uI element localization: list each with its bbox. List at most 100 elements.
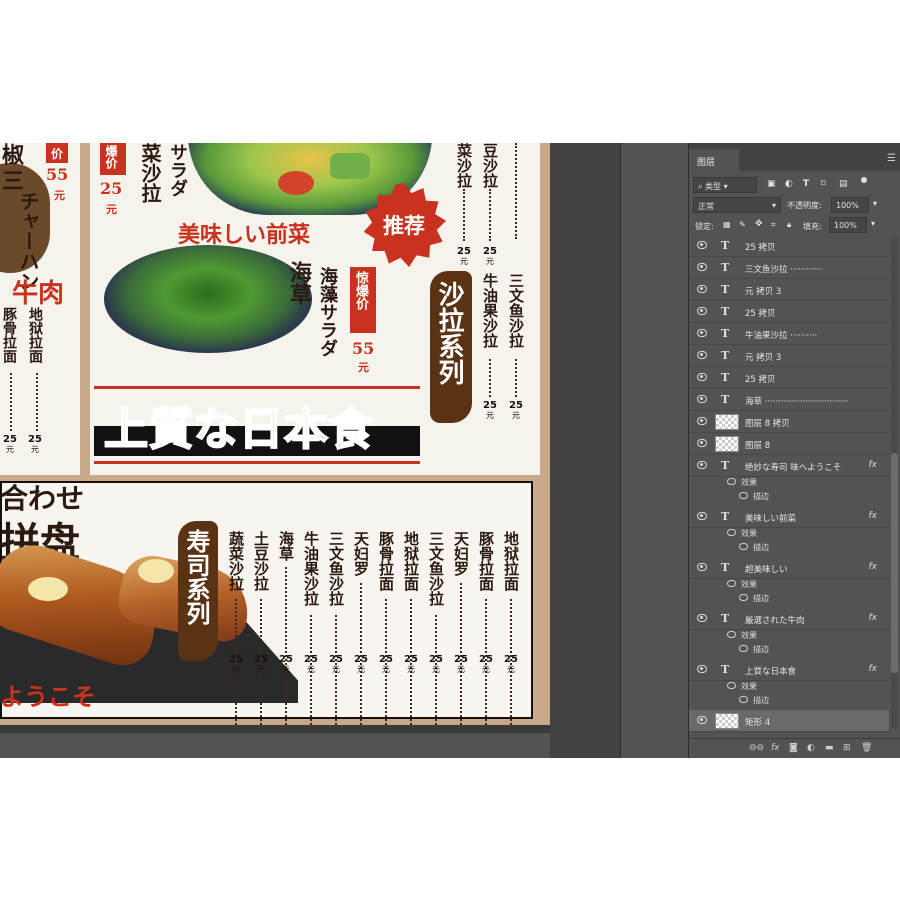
layer-name[interactable]: 25 拷贝 <box>745 241 776 253</box>
layer-name[interactable]: 超美味しい <box>745 563 788 575</box>
visibility-eye-icon[interactable] <box>697 439 707 447</box>
visibility-eye-icon[interactable] <box>697 241 707 249</box>
opacity-dropdown-icon[interactable]: ▾ <box>873 199 877 208</box>
opacity-field[interactable]: 100% <box>831 197 869 213</box>
filter-adjust-icon[interactable]: ◐ <box>785 179 793 189</box>
stroke-visibility-icon[interactable] <box>739 492 748 499</box>
lock-artboard-icon[interactable]: ⌗ <box>771 220 776 230</box>
layer-row[interactable]: 矩形 4 <box>689 710 889 732</box>
visibility-eye-icon[interactable] <box>697 395 707 403</box>
visibility-eye-icon[interactable] <box>697 417 707 425</box>
layer-row[interactable]: T 25 拷贝 <box>689 367 889 389</box>
stroke-visibility-icon[interactable] <box>739 594 748 601</box>
effects-visibility-icon[interactable] <box>727 529 736 536</box>
layer-row[interactable]: T 超美味しい fx <box>689 557 889 579</box>
filter-smart-icon[interactable]: ▤ <box>839 179 848 189</box>
lock-paint-icon[interactable]: ✎ <box>739 220 746 229</box>
layer-row[interactable]: 图层 8 拷贝 <box>689 411 889 433</box>
add-style-icon[interactable]: fx <box>771 743 780 753</box>
visibility-eye-icon[interactable] <box>697 614 707 622</box>
visibility-eye-icon[interactable] <box>697 307 707 315</box>
document-canvas[interactable]: 椒 三 价 55 元 チャーハン 牛肉 豚骨拉面 地狱拉面 25 元 25 元 爆价… <box>0 143 550 733</box>
filter-kind-select[interactable]: ⌕ 类型 ▾ <box>693 177 757 193</box>
effects-visibility-icon[interactable] <box>727 580 736 587</box>
layer-row[interactable]: T 元 拷贝 3 <box>689 345 889 367</box>
effects-visibility-icon[interactable] <box>727 682 736 689</box>
layer-stroke-row[interactable]: 描边 <box>689 540 889 554</box>
new-group-icon[interactable]: ▬ <box>825 743 834 753</box>
fill-dropdown-icon[interactable]: ▾ <box>871 219 875 228</box>
add-mask-icon[interactable]: ◙ <box>789 743 798 753</box>
filter-toggle-icon[interactable] <box>861 177 867 183</box>
layer-effects-row[interactable]: 效果 <box>689 628 889 642</box>
layer-name[interactable]: 25 拷贝 <box>745 307 776 319</box>
filter-shape-icon[interactable]: ⌑ <box>821 179 826 189</box>
layer-name[interactable]: 25 拷贝 <box>745 373 776 385</box>
layer-name[interactable]: 海草 ······························· <box>745 395 848 407</box>
visibility-eye-icon[interactable] <box>697 285 707 293</box>
layer-row[interactable]: T 25 拷贝 <box>689 235 889 257</box>
adjustment-layer-icon[interactable]: ◐ <box>807 743 815 753</box>
fx-icon[interactable]: fx <box>869 511 878 521</box>
fill-field[interactable]: 100% <box>829 217 867 233</box>
layer-name[interactable]: 元 拷贝 3 <box>745 285 781 297</box>
lock-all-icon[interactable]: 🔒︎ <box>787 220 791 230</box>
layer-row[interactable]: T 上質な日本食 fx <box>689 659 889 681</box>
fx-icon[interactable]: fx <box>869 613 878 623</box>
layer-name[interactable]: 图层 8 拷贝 <box>745 417 790 429</box>
layer-stroke-row[interactable]: 描边 <box>689 489 889 503</box>
layer-name[interactable]: 三文鱼沙拉 ············ <box>745 263 823 275</box>
stroke-visibility-icon[interactable] <box>739 543 748 550</box>
effects-visibility-icon[interactable] <box>727 478 736 485</box>
blend-mode-select[interactable]: 正常 ▾ <box>693 197 781 213</box>
filter-pixel-icon[interactable]: ▣ <box>767 179 776 189</box>
layer-effects-row[interactable]: 效果 <box>689 577 889 591</box>
lock-transparency-icon[interactable]: ▦ <box>723 220 731 229</box>
layer-stroke-row[interactable]: 描边 <box>689 591 889 605</box>
layer-row[interactable]: T 25 拷贝 <box>689 301 889 323</box>
visibility-eye-icon[interactable] <box>697 461 707 469</box>
stroke-visibility-icon[interactable] <box>739 645 748 652</box>
visibility-eye-icon[interactable] <box>697 329 707 337</box>
layer-name[interactable]: 美味しい前菜 <box>745 512 796 524</box>
layer-row[interactable]: T 美味しい前菜 fx <box>689 506 889 528</box>
visibility-eye-icon[interactable] <box>697 563 707 571</box>
new-layer-icon[interactable]: ⊞ <box>843 743 851 753</box>
visibility-eye-icon[interactable] <box>697 373 707 381</box>
tab-layers[interactable]: 图层 <box>689 149 739 171</box>
layer-name[interactable]: 厳選された牛肉 <box>745 614 805 626</box>
layer-effects-row[interactable]: 效果 <box>689 526 889 540</box>
layer-row[interactable]: T 厳選された牛肉 fx <box>689 608 889 630</box>
fx-icon[interactable]: fx <box>869 562 878 572</box>
link-layers-icon[interactable]: ⊖⊖ <box>749 743 764 753</box>
layer-effects-row[interactable]: 效果 <box>689 679 889 693</box>
fx-icon[interactable]: fx <box>869 664 878 674</box>
visibility-eye-icon[interactable] <box>697 665 707 673</box>
visibility-eye-icon[interactable] <box>697 512 707 520</box>
layer-effects-row[interactable]: 效果 <box>689 475 889 489</box>
layer-row[interactable]: T 元 拷贝 3 <box>689 279 889 301</box>
delete-layer-icon[interactable]: 🗑︎ <box>861 743 872 753</box>
effects-visibility-icon[interactable] <box>727 631 736 638</box>
layer-name[interactable]: 图层 8 <box>745 439 770 451</box>
layer-name[interactable]: 上質な日本食 <box>745 665 796 677</box>
layer-stroke-row[interactable]: 描边 <box>689 642 889 656</box>
layer-stroke-row[interactable]: 描边 <box>689 693 889 707</box>
layer-name[interactable]: 绝妙な寿司 味へようこそ <box>745 461 841 473</box>
layer-row[interactable]: T 海草 ······························· <box>689 389 889 411</box>
layer-name[interactable]: 矩形 4 <box>745 716 770 728</box>
visibility-eye-icon[interactable] <box>697 716 707 724</box>
layer-row[interactable]: T 绝妙な寿司 味へようこそ fx <box>689 455 889 477</box>
layer-row[interactable]: T 三文鱼沙拉 ············ <box>689 257 889 279</box>
filter-type-icon[interactable]: T <box>803 179 809 189</box>
visibility-eye-icon[interactable] <box>697 351 707 359</box>
layer-name[interactable]: 牛油果沙拉 ·········· <box>745 329 817 341</box>
layer-row[interactable]: 图层 8 <box>689 433 889 455</box>
layer-name[interactable]: 元 拷贝 3 <box>745 351 781 363</box>
visibility-eye-icon[interactable] <box>697 263 707 271</box>
lock-move-icon[interactable]: ✥ <box>755 219 763 229</box>
layer-row[interactable]: T 牛油果沙拉 ·········· <box>689 323 889 345</box>
stroke-visibility-icon[interactable] <box>739 696 748 703</box>
panel-menu-icon[interactable]: ☰ <box>887 153 896 164</box>
fx-icon[interactable]: fx <box>869 460 878 470</box>
